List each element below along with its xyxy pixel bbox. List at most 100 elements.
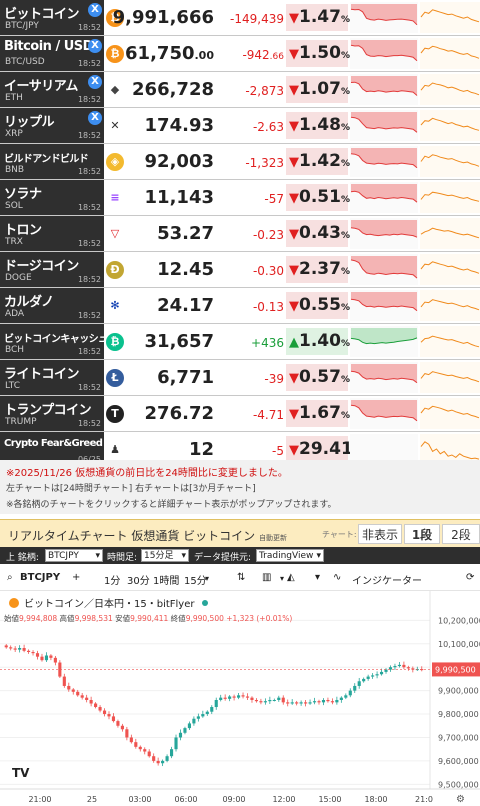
chart-3m[interactable] — [420, 146, 480, 177]
section-title-text: リアルタイムチャート 仮想通貨 ビットコイン — [8, 529, 256, 543]
coin-row[interactable]: ビットコイン BTC/JPY 18:52 X ₿ 9,991,666 -149,439 ▼1.… — [0, 0, 480, 36]
coin-name-cell[interactable]: ビルドアンドビルド BNB 18:52 — [0, 144, 104, 179]
coin-row[interactable]: トランプコイン TRUMP 18:52 T 276.72 -4.71 ▼1.67% — [0, 396, 480, 432]
candle-body — [49, 655, 53, 658]
interval-1h[interactable]: 1時間 — [153, 572, 179, 587]
chevron-down-icon[interactable]: ▾ — [315, 572, 320, 583]
candle-body — [219, 697, 223, 700]
x-share-icon[interactable]: X — [88, 39, 102, 53]
toolbar-symbol[interactable]: BTCJPY — [20, 572, 60, 583]
period-select[interactable]: 15分足 ▾ — [141, 549, 189, 562]
chart-3m[interactable] — [420, 38, 480, 69]
coin-name-cell[interactable]: ソラナ SOL 18:52 — [0, 180, 104, 215]
coin-name-cell[interactable]: トロン TRX 18:52 — [0, 216, 104, 251]
settings-icon[interactable]: ⟳ — [466, 572, 474, 583]
chart-3m[interactable] — [420, 218, 480, 249]
indicator-icon[interactable]: ∿ — [333, 572, 341, 583]
coin-time: 18:52 — [77, 419, 101, 428]
chevron-down-icon[interactable]: ▾ — [280, 574, 284, 583]
coin-price-int: 53.27 — [157, 223, 214, 244]
coin-name-cell[interactable]: ドージコイン DOGE 18:52 — [0, 252, 104, 287]
compare-icon[interactable]: ⇅ — [237, 572, 245, 583]
indicator-button[interactable]: インジケーター — [352, 572, 422, 587]
interval-15m[interactable]: 15分 — [184, 572, 207, 587]
chart-3m[interactable] — [420, 362, 480, 393]
chart-3m[interactable] — [420, 290, 480, 321]
coin-row[interactable]: リップル XRP 18:52 X ✕ 174.93 -2.63 ▼1.48% — [0, 108, 480, 144]
coin-row[interactable]: ドージコイン DOGE 18:52 Ð 12.45 -0.30 ▼2.37% — [0, 252, 480, 288]
coin-percent-value: 2.37 — [299, 259, 341, 279]
chart-24h[interactable] — [350, 362, 418, 393]
coin-percent-value: 0.57 — [299, 367, 341, 387]
hide-chart-button[interactable]: 非表示 — [358, 524, 402, 544]
chart-3m[interactable] — [420, 110, 480, 141]
coin-time: 18:52 — [77, 131, 101, 140]
coin-row[interactable]: ライトコイン LTC 18:52 Ł 6,771 -39 ▼0.57% — [0, 360, 480, 396]
coin-name-cell[interactable]: リップル XRP 18:52 X — [0, 108, 104, 143]
add-symbol-icon[interactable]: + — [72, 572, 80, 583]
chart-24h[interactable] — [350, 146, 418, 177]
candle-body — [228, 696, 232, 699]
coin-row[interactable]: カルダノ ADA 18:52 ✻ 24.17 -0.13 ▼0.55% — [0, 288, 480, 324]
chevron-down-icon: ▾ — [181, 551, 186, 561]
coin-name-cell[interactable]: イーサリアム ETH 18:52 X — [0, 72, 104, 107]
interval-1m[interactable]: 1分 — [104, 572, 120, 587]
chart-24h[interactable] — [350, 2, 418, 33]
coin-row[interactable]: ビットコインキャッシュ BCH 18:52 ₿ 31,657 +436 ▲1.40% — [0, 324, 480, 360]
symbol-select[interactable]: BTCJPY ▾ — [45, 549, 103, 562]
x-share-icon[interactable]: X — [88, 111, 102, 125]
chart-3m[interactable] — [420, 2, 480, 33]
chart-24h[interactable] — [350, 182, 418, 213]
chart-3m[interactable] — [420, 182, 480, 213]
candle-body — [406, 667, 410, 669]
realtime-candlestick-chart[interactable]: 10,200,00010,100,00010,000,0009,900,0009… — [0, 591, 480, 806]
coin-row[interactable]: イーサリアム ETH 18:52 X ◆ 266,728 -2,873 ▼1.07% — [0, 72, 480, 108]
coin-name-cell[interactable]: カルダノ ADA 18:52 — [0, 288, 104, 323]
chart-24h[interactable] — [350, 398, 418, 429]
candle-body — [295, 702, 299, 704]
percent-sign: % — [340, 267, 350, 277]
down-arrow-icon: ▼ — [289, 371, 299, 386]
percent-sign: % — [340, 339, 350, 349]
chart-24h[interactable] — [350, 290, 418, 321]
down-arrow-icon: ▼ — [289, 299, 299, 314]
coin-name-cell[interactable]: ビットコインキャッシュ BCH 18:52 — [0, 324, 108, 359]
x-share-icon[interactable]: X — [88, 75, 102, 89]
coin-row[interactable]: Bitcoin / USD BTC/USD 18:52 X ₿ 61,750.00 -942… — [0, 36, 480, 72]
coin-row[interactable]: ビルドアンドビルド BNB 18:52 ◈ 92,003 -1,323 ▼1.42% — [0, 144, 480, 180]
coin-name-cell[interactable]: ビットコイン BTC/JPY 18:52 X — [0, 0, 104, 35]
chart-3m[interactable] — [420, 398, 480, 429]
coin-percent-value: 1.07 — [299, 79, 341, 99]
provider-select[interactable]: TradingView ▾ — [256, 549, 324, 562]
chart-3m[interactable] — [420, 254, 480, 285]
interval-30m[interactable]: 30分 — [127, 572, 150, 587]
coin-name-cell[interactable]: トランプコイン TRUMP 18:52 — [0, 396, 104, 431]
area-style-icon[interactable]: ◭ — [287, 572, 295, 583]
candle-body — [281, 697, 285, 703]
two-row-button[interactable]: 2段 — [442, 524, 480, 544]
chart-3m[interactable] — [420, 74, 480, 105]
coin-row[interactable]: トロン TRX 18:52 ▽ 53.27 -0.23 ▼0.43% — [0, 216, 480, 252]
coin-change: -39 — [264, 372, 284, 386]
chart-24h[interactable] — [350, 218, 418, 249]
candle-style-icon[interactable]: ▥ — [262, 572, 271, 583]
chart-24h[interactable] — [350, 254, 418, 285]
coin-name-cell[interactable]: Bitcoin / USD BTC/USD 18:52 X — [0, 36, 104, 71]
chart-3m[interactable] — [420, 326, 480, 357]
search-icon[interactable]: ⌕ — [7, 572, 13, 583]
chart-24h[interactable] — [350, 38, 418, 69]
chart-24h[interactable] — [350, 110, 418, 141]
chart-24h[interactable] — [350, 74, 418, 105]
candle-body — [143, 749, 147, 752]
candle-body — [397, 664, 401, 667]
market-status-icon — [202, 600, 208, 606]
coin-row[interactable]: ソラナ SOL 18:52 ≡ 11,143 -57 ▼0.51% — [0, 180, 480, 216]
coin-name-cell[interactable]: ライトコイン LTC 18:52 — [0, 360, 104, 395]
one-row-button[interactable]: 1段 — [404, 524, 440, 544]
chevron-down-icon[interactable]: ▾ — [205, 574, 209, 583]
coin-percent: ▼0.55% — [286, 292, 350, 319]
x-share-icon[interactable]: X — [88, 3, 102, 17]
coin-time: 18:52 — [77, 347, 101, 356]
chart-24h[interactable] — [350, 326, 418, 357]
percent-sign: % — [340, 123, 350, 133]
